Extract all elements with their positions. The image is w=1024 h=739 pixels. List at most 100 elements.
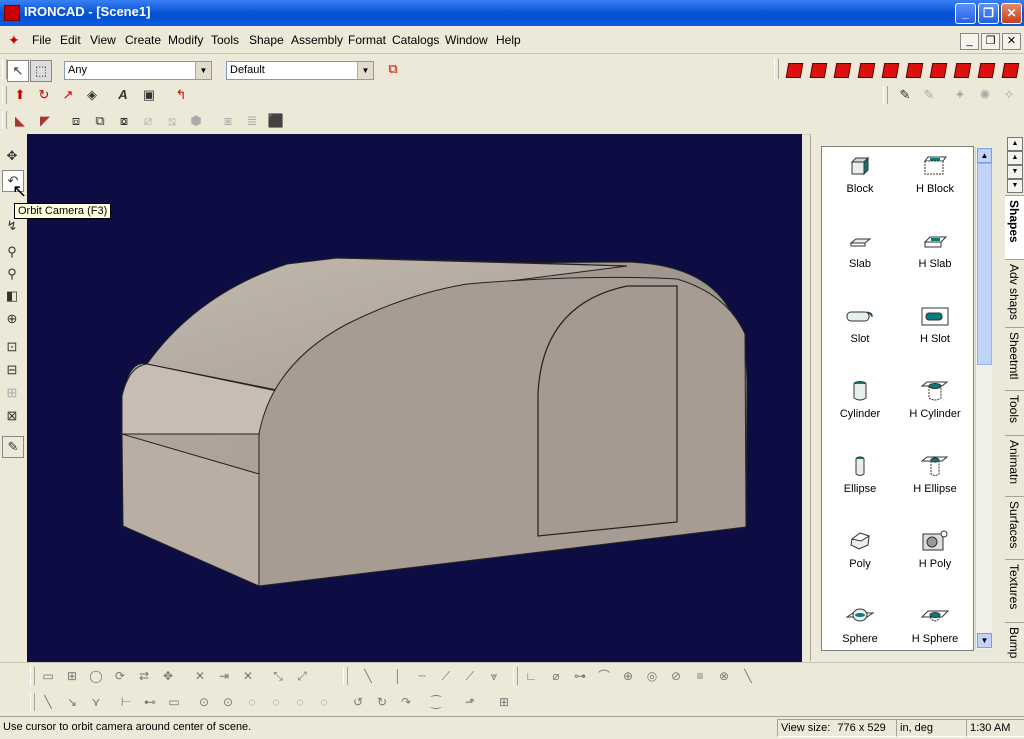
close-button[interactable]: ✕ [1001, 3, 1022, 24]
sketch-tool-icon[interactable]: ⌀ [548, 668, 564, 684]
catalog-item-slab[interactable]: Slab [825, 230, 895, 270]
catalog-item-ellipse[interactable]: Ellipse [825, 455, 895, 495]
sketch-tool-icon[interactable]: ⟋ [438, 668, 454, 684]
sketch-tool-icon[interactable]: ⟋ [462, 668, 478, 684]
texture-wizard-icon[interactable]: ✺ [975, 85, 995, 105]
doc-restore-button[interactable]: ❐ [981, 33, 1000, 50]
chamfer-icon[interactable]: ◤ [35, 111, 55, 131]
tab-tools[interactable]: Tools [1005, 390, 1024, 437]
sketch-tool-icon[interactable]: ↻ [374, 694, 390, 710]
catalog-item-cylinder[interactable]: Cylinder [825, 380, 895, 420]
menu-view[interactable]: View [90, 33, 116, 47]
sketch-tool-icon[interactable]: │ [390, 668, 406, 684]
view-cube-icon-5[interactable] [881, 63, 900, 78]
view-cube-icon-10[interactable] [1001, 63, 1020, 78]
catalog-item-h-sphere[interactable]: H Sphere [900, 605, 970, 645]
chevron-down-icon[interactable]: ▼ [195, 62, 211, 79]
boolean-icon[interactable]: ⧆ [218, 111, 238, 131]
tab-animation[interactable]: Animatn [1005, 435, 1024, 498]
sketch-tool-icon[interactable]: ≡ [692, 668, 708, 684]
sketch-tool-icon[interactable]: ∟ [523, 668, 539, 684]
catalog-item-sphere[interactable]: Sphere [825, 605, 895, 645]
3d-model[interactable] [27, 134, 802, 662]
document-icon[interactable]: ✦ [8, 32, 26, 48]
view-cube-icon-6[interactable] [905, 63, 924, 78]
menu-assembly[interactable]: Assembly [291, 33, 343, 47]
fit-all-icon[interactable]: ⊕ [2, 309, 22, 329]
view-cube-icon-3[interactable] [833, 63, 852, 78]
custom-shape-icon[interactable]: ▣ [139, 85, 159, 105]
menu-tools[interactable]: Tools [211, 33, 239, 47]
maximize-button[interactable]: ❐ [978, 3, 999, 24]
sketch-tool-icon[interactable]: ⊞ [496, 694, 512, 710]
camera-icon[interactable]: ⊡ [2, 337, 22, 357]
catalog-item-h-cylinder[interactable]: H Cylinder [900, 380, 970, 420]
zoom-icon[interactable]: ⚲ [2, 242, 22, 262]
tab-first-icon[interactable]: ▲ [1007, 137, 1023, 151]
tab-adv-shapes[interactable]: Adv shaps [1005, 259, 1024, 329]
catalog-item-block[interactable]: Block [825, 155, 895, 195]
sketch-tool-icon[interactable]: ⬏ [462, 694, 478, 710]
scene-tree-icon[interactable]: ⧉ [383, 59, 403, 79]
catalog-item-h-block[interactable]: H Block [900, 155, 970, 195]
sketch-tool-icon[interactable]: ⊕ [620, 668, 636, 684]
view-cube-icon-4[interactable] [857, 63, 876, 78]
zoom-window-icon[interactable]: ⚲ [2, 264, 22, 284]
sketch-tool-icon[interactable]: ↷ [398, 694, 414, 710]
tab-shapes[interactable]: Shapes [1005, 195, 1024, 261]
tab-prev-icon[interactable]: ▲ [1007, 151, 1023, 165]
view-cube-icon-1[interactable] [785, 63, 804, 78]
sketch-tool-icon[interactable]: ◎ [644, 668, 660, 684]
sketch-tool-icon[interactable]: ⊞ [64, 668, 80, 684]
sketch-tool-icon[interactable]: ⊷ [142, 694, 158, 710]
catalog-scrollbar[interactable]: ▲ ▼ [975, 147, 992, 649]
taper-icon[interactable]: ⧄ [138, 111, 158, 131]
tab-surfaces[interactable]: Surfaces [1005, 496, 1024, 561]
sketch-tool-icon[interactable]: ◌ [292, 694, 308, 710]
sketch-tool-icon[interactable]: ⊗ [716, 668, 732, 684]
menu-format[interactable]: Format [348, 33, 386, 47]
sketch-tool-icon[interactable]: ⊙ [220, 694, 236, 710]
render-icon[interactable]: ✎ [2, 436, 24, 458]
decal-icon[interactable]: ✧ [999, 85, 1019, 105]
scroll-down-icon[interactable]: ▼ [977, 633, 992, 648]
selection-filter-combo[interactable]: Any ▼ [64, 61, 212, 80]
sketch-tool-icon[interactable]: ✥ [160, 668, 176, 684]
menu-catalogs[interactable]: Catalogs [392, 33, 439, 47]
sketch-tool-icon[interactable]: ⊙ [196, 694, 212, 710]
chevron-down-icon[interactable]: ▼ [357, 62, 373, 79]
fold-icon[interactable]: ⧅ [162, 111, 182, 131]
sketch-tool-icon[interactable]: ✕ [192, 668, 208, 684]
sketch-tool-icon[interactable]: ⁐ [428, 694, 444, 710]
sweep-icon[interactable]: ↗ [58, 85, 78, 105]
sketch-tool-icon[interactable]: ◌ [316, 694, 332, 710]
sketch-tool-icon[interactable]: ⋎ [88, 694, 104, 710]
catalog-item-poly[interactable]: Poly [825, 530, 895, 570]
sketch-tool-icon[interactable]: ┄ [414, 668, 430, 684]
sketch-tool-icon[interactable]: ⊢ [118, 694, 134, 710]
ironcad-app-icon[interactable] [4, 5, 20, 21]
catalog-item-h-slab[interactable]: H Slab [900, 230, 970, 270]
smart-paint-icon[interactable]: ✦ [950, 85, 970, 105]
scene-viewport[interactable] [27, 134, 802, 662]
catalog-item-h-ellipse[interactable]: H Ellipse [900, 455, 970, 495]
view-cube-icon-8[interactable] [953, 63, 972, 78]
sketch-tool-icon[interactable]: ⇥ [216, 668, 232, 684]
tab-textures[interactable]: Textures [1005, 559, 1024, 624]
menu-file[interactable]: File [32, 33, 51, 47]
blend-icon[interactable]: ◣ [10, 111, 30, 131]
view-cube-icon-2[interactable] [809, 63, 828, 78]
eyedropper-icon[interactable]: ✎ [895, 85, 915, 105]
walk-icon[interactable]: ↯ [2, 216, 22, 236]
sketch-tool-icon[interactable]: ╲ [740, 668, 756, 684]
patch-icon[interactable]: ⬛ [266, 111, 286, 131]
extrude-icon[interactable]: ⬆ [10, 85, 30, 105]
sketch-tool-icon[interactable]: ⌒ [596, 668, 612, 684]
catalog-item-slot[interactable]: Slot [825, 305, 895, 345]
menu-create[interactable]: Create [125, 33, 161, 47]
stack-icon[interactable]: ≣ [242, 111, 262, 131]
face-blend-icon[interactable]: ⧇ [114, 111, 134, 131]
text-icon[interactable]: A [113, 85, 133, 105]
sketch-tool-icon[interactable]: ╲ [40, 694, 56, 710]
menu-shape[interactable]: Shape [249, 33, 284, 47]
